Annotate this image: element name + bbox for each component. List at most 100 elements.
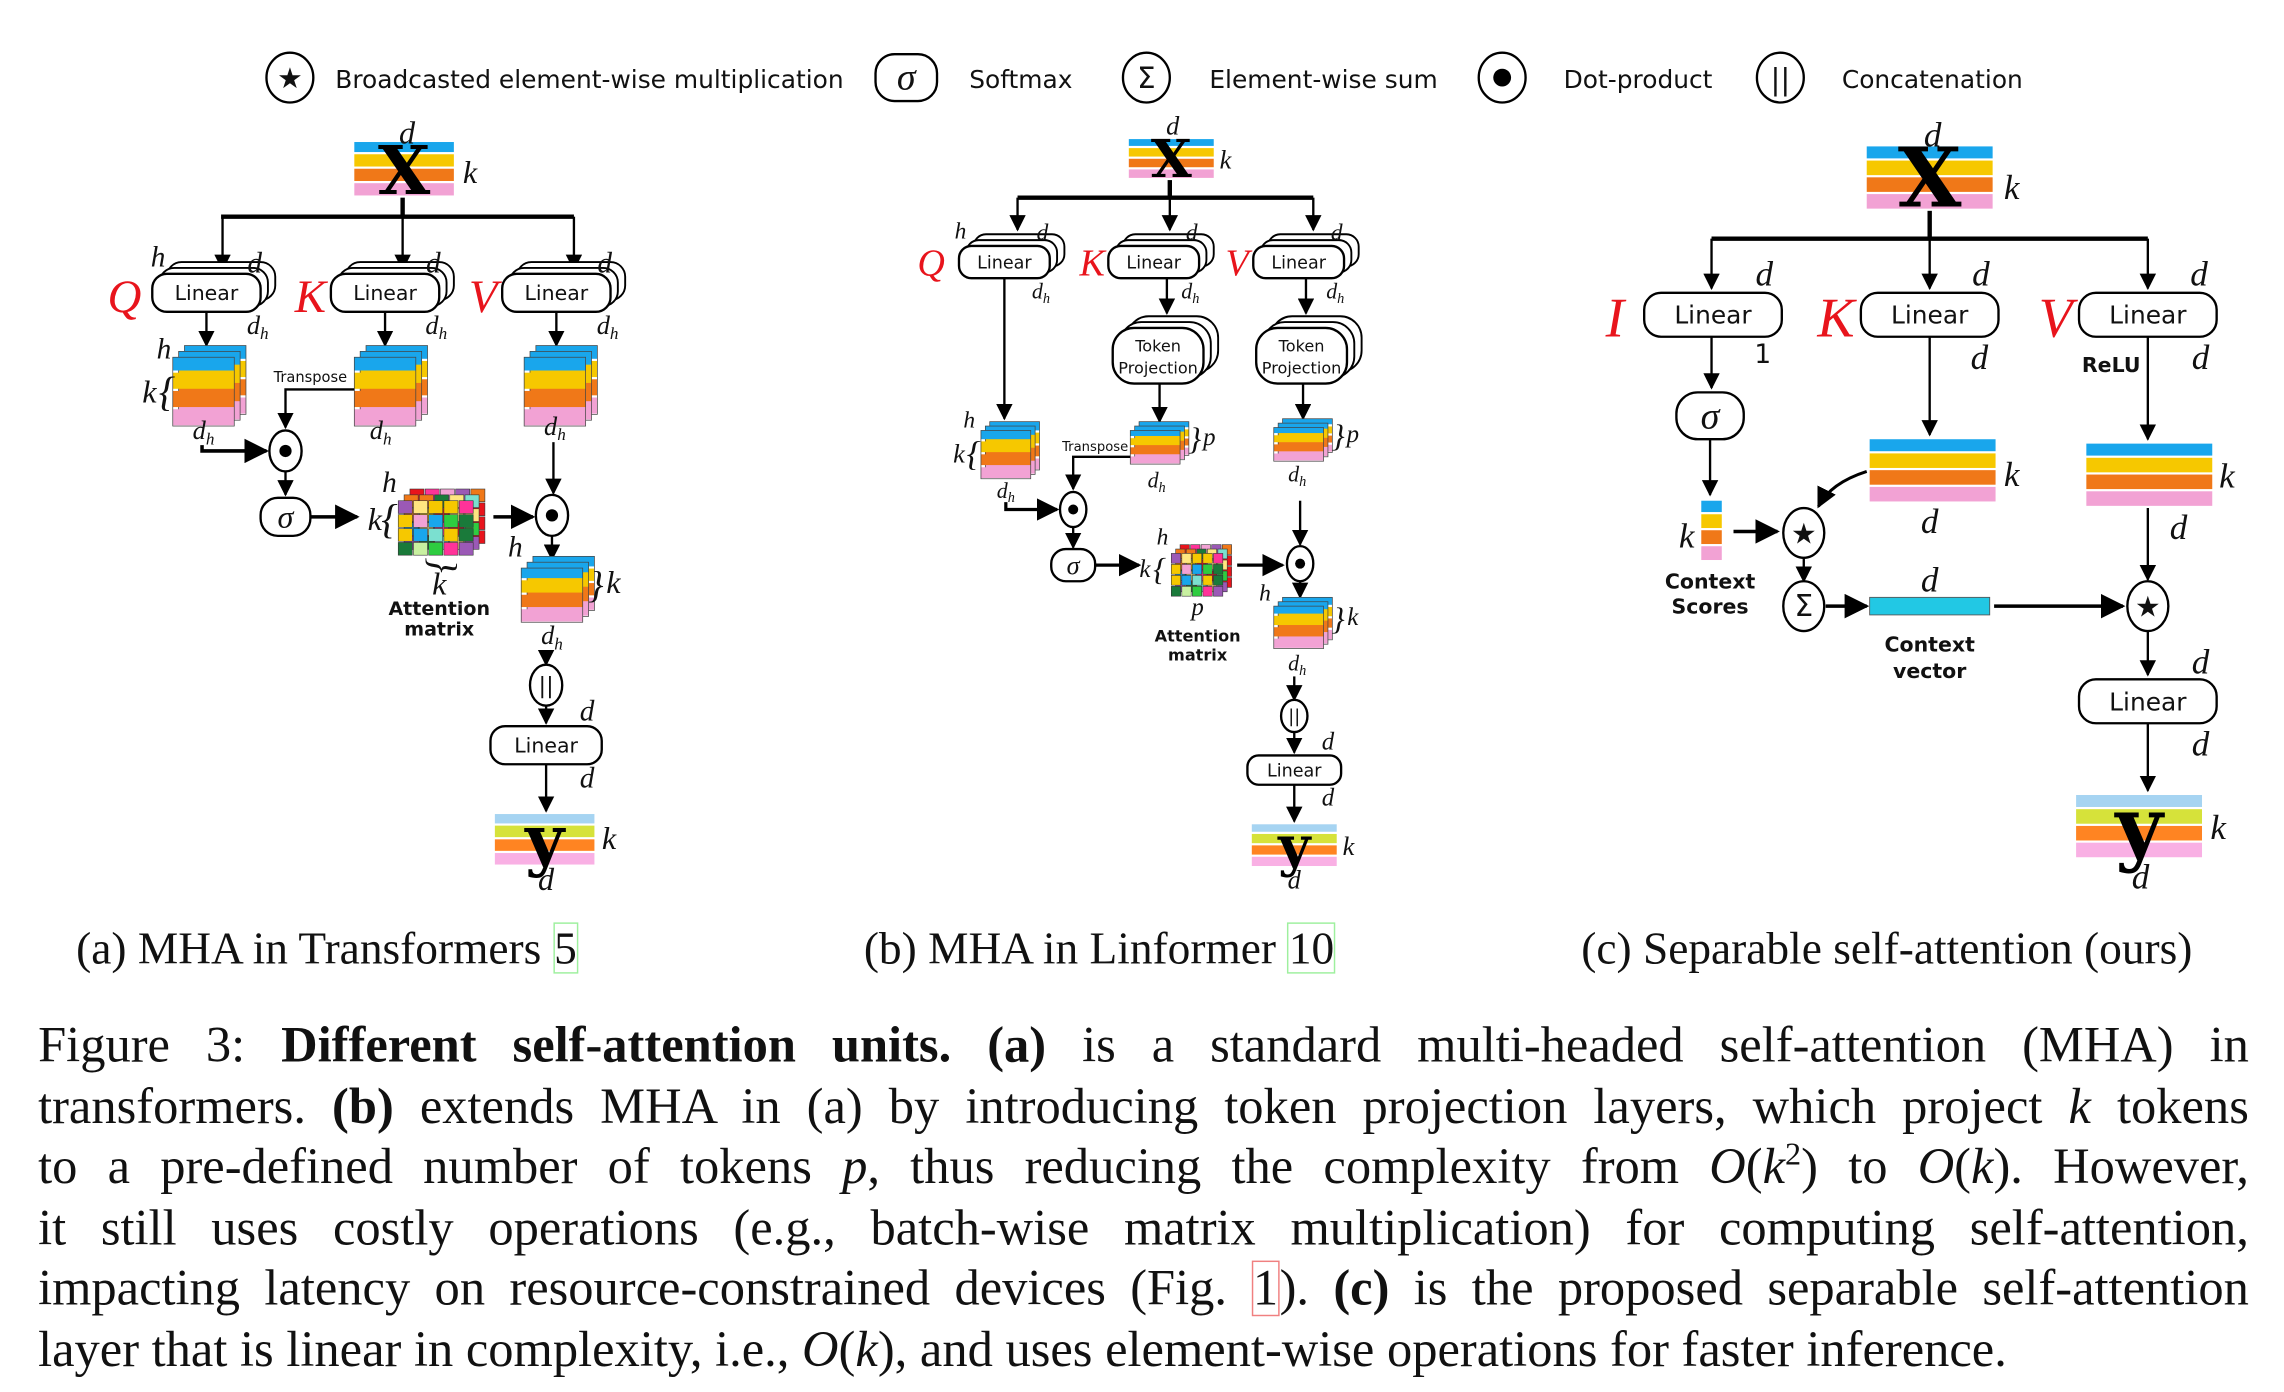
legend-label-softmax: Softmax (969, 65, 1072, 94)
attention-cell (1202, 553, 1213, 564)
band (521, 568, 583, 579)
dim-k: k (953, 440, 966, 469)
attention-matrix-label: matrix (404, 618, 474, 640)
dim-label-dh: dh (1288, 462, 1306, 490)
arrow (1817, 470, 1868, 509)
star-icon: ★ (277, 61, 303, 95)
dim-k: k (1139, 556, 1151, 583)
attention-cell (458, 514, 474, 528)
band (2086, 443, 2213, 456)
linear-label: Linear (525, 281, 589, 305)
concatenation-icon: || (539, 673, 554, 699)
caption-text: ), and uses element-wise operations for … (877, 1322, 2007, 1378)
figure-ref-link[interactable]: 1 (1251, 1261, 1280, 1317)
attention-cell (458, 500, 474, 514)
dim-d: d (1972, 254, 1990, 293)
band (1273, 435, 1324, 443)
context-vector-label: vector (1893, 659, 1967, 683)
dim-h: h (1299, 663, 1306, 679)
caption-text: transformers. (38, 1078, 333, 1135)
dim-k: k (1220, 145, 1233, 174)
dim-p: p (1201, 424, 1215, 451)
band (1273, 444, 1324, 452)
attention-cell (413, 514, 428, 528)
dim-h: h (1008, 490, 1015, 506)
dim-k: k (2004, 455, 2021, 494)
legend-label-star: Broadcasted element-wise multiplication (335, 65, 843, 94)
variable-v: V (2039, 288, 2079, 350)
caption-text: ( (838, 1322, 856, 1378)
brace: } (1332, 601, 1345, 637)
caption-text: O (1709, 1139, 1746, 1195)
citation-link-10[interactable]: 10 (1287, 922, 1336, 974)
dim-k: k (463, 154, 478, 190)
sum-glyph: Σ (1137, 61, 1156, 95)
caption-text: 2 (1785, 1135, 1802, 1173)
feature-stack (353, 356, 417, 427)
dim-d: d (1166, 112, 1180, 141)
subcaption-c: (c) Separable self-attention (ours) (1581, 922, 2192, 975)
band (354, 390, 416, 408)
key-matrix (1869, 439, 1996, 502)
legend-label-dot: Dot-product (1564, 65, 1713, 94)
band (1273, 453, 1324, 461)
dot-product-icon (545, 509, 559, 522)
variable-i: I (1605, 288, 1627, 350)
dot-product-icon (1068, 504, 1079, 515)
dim-k: k (2210, 808, 2227, 847)
dim-label-dh: dh (1032, 279, 1050, 307)
dim-k: k (1343, 832, 1356, 861)
arrow (1064, 455, 1131, 491)
dim-label-dh: dh (247, 311, 269, 343)
caption-text: it still uses costly operations (e.g., b… (38, 1200, 2249, 1256)
caption-text: to a pre-defined number of tokens (38, 1139, 843, 1195)
attention-cell (1170, 586, 1181, 597)
linear-label: Linear (175, 281, 239, 305)
caption-text: (b) (332, 1078, 394, 1135)
star-icon: ★ (2135, 590, 2161, 624)
attention-cell (1181, 553, 1192, 564)
attention-cell (443, 514, 459, 528)
dim-d: d (597, 311, 611, 340)
dim-d: d (538, 861, 555, 897)
attention-cell (1170, 564, 1181, 575)
dim-h: h (1337, 291, 1344, 307)
attention-cell (413, 542, 428, 556)
attention-cell (443, 528, 459, 542)
band (2086, 474, 2213, 490)
value-matrix (2086, 443, 2213, 506)
attention-cell (413, 500, 428, 514)
feature-stack (1273, 605, 1324, 649)
dim-h: h (382, 467, 397, 499)
subcaption-b-text: (b) MHA in Linformer (863, 922, 1288, 974)
attention-cell (1170, 553, 1181, 564)
dim-d: d (580, 695, 595, 727)
sigma-label: σ (1067, 551, 1081, 580)
linear-label: Linear (514, 734, 578, 758)
band (1869, 439, 1996, 452)
band (172, 357, 235, 371)
dim-h: h (610, 324, 619, 343)
dim-d: d (2192, 724, 2210, 763)
citation-link-5[interactable]: 5 (552, 922, 579, 974)
attention-cell (1202, 575, 1213, 586)
sigma-label: σ (278, 498, 295, 534)
dim-h: h (1259, 580, 1271, 606)
attention-cell (397, 542, 413, 556)
band (1130, 456, 1181, 464)
concatenation-icon: || (1288, 707, 1300, 727)
softmax-glyph: σ (897, 56, 917, 98)
dim-d: d (425, 311, 439, 340)
band (521, 609, 583, 622)
dim-one: 1 (1754, 340, 1771, 370)
caption-text: Different self-attention units. (281, 1017, 952, 1074)
caption-text: tokens (2090, 1078, 2249, 1135)
box-label: Token (1134, 336, 1181, 355)
dim-d: d (1755, 254, 1773, 293)
band (1701, 514, 1722, 529)
caption-text: extends MHA in (a) by introducing token … (393, 1078, 2069, 1135)
dim-h: h (955, 219, 967, 245)
transpose-label: Transpose (1061, 440, 1128, 455)
context-scores-label: Context (1665, 570, 1756, 594)
band (1273, 615, 1324, 626)
